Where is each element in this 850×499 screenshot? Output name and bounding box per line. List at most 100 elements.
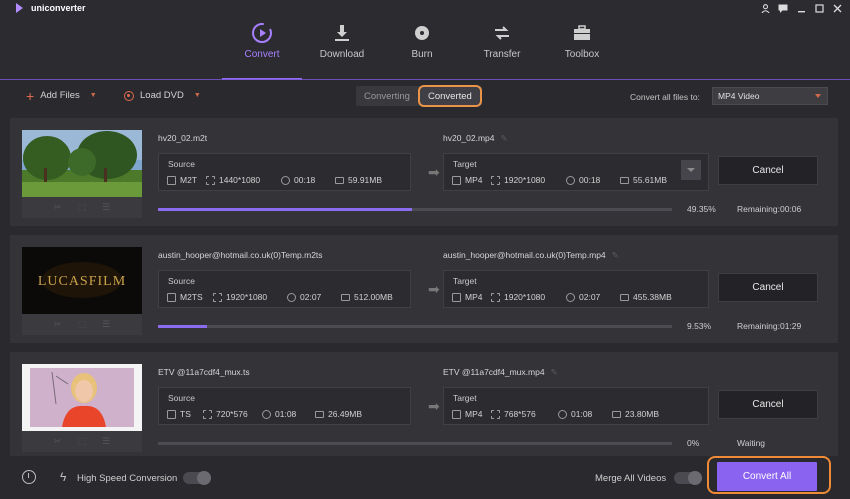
resolution-icon	[206, 175, 215, 185]
effects-icon[interactable]: ☰	[102, 319, 110, 330]
target-size: 23.80MB	[612, 409, 659, 419]
tab-toolbox[interactable]: Toolbox	[542, 18, 622, 80]
convert-all-to-label: Convert all files to:	[630, 92, 700, 102]
tab-convert[interactable]: Convert	[222, 18, 302, 80]
target-resolution-text: 768*576	[504, 409, 536, 419]
target-duration-text: 00:18	[579, 175, 601, 185]
add-files-dropdown-icon[interactable]: ▼	[90, 92, 97, 99]
plus-icon: +	[26, 87, 35, 104]
clock-icon	[287, 292, 296, 302]
trim-icon[interactable]: ✂	[54, 319, 62, 330]
target-format-text: MP4	[465, 175, 483, 185]
high-speed-toggle[interactable]	[183, 471, 211, 485]
app-title: uniconverter	[16, 3, 86, 13]
toolbox-icon	[573, 23, 591, 43]
video-thumbnail[interactable]	[22, 130, 142, 197]
video-thumbnail[interactable]: LUCASFILM	[22, 247, 142, 314]
target-label: Target	[453, 159, 477, 169]
cancel-button[interactable]: Cancel	[718, 273, 818, 302]
merge-all-toggle[interactable]	[674, 471, 702, 485]
clock-icon	[262, 409, 271, 419]
edit-icon[interactable]: ✎	[551, 367, 558, 378]
target-format: MP4	[452, 292, 491, 302]
resolution-icon	[491, 292, 500, 302]
arrow-right-icon: ➡	[428, 281, 440, 297]
source-resolution: 1440*1080	[206, 175, 281, 185]
folder-icon	[341, 293, 350, 301]
cancel-button[interactable]: Cancel	[718, 156, 818, 185]
source-label: Source	[168, 159, 195, 169]
add-files-button[interactable]: + Add Files ▼	[26, 87, 97, 104]
film-icon	[167, 409, 176, 419]
edit-icon[interactable]: ✎	[612, 250, 619, 261]
target-file-name-text: ETV @11a7cdf4_mux.mp4	[443, 367, 545, 377]
close-icon[interactable]	[832, 3, 842, 13]
progress-bar	[158, 208, 672, 211]
target-info-box: Target MP4 1920*1080 00:18 55.61MB	[443, 153, 709, 191]
tab-converted[interactable]: Converted	[417, 85, 482, 107]
effects-icon[interactable]: ☰	[102, 436, 110, 447]
tab-converting[interactable]: Converting	[356, 86, 418, 106]
chat-icon[interactable]	[778, 3, 788, 13]
edit-icon[interactable]: ✎	[501, 133, 508, 144]
clock-icon	[566, 292, 575, 302]
chevron-down-icon	[815, 94, 821, 98]
dvd-icon	[124, 90, 134, 101]
progress-status: Waiting	[737, 438, 766, 448]
cancel-button[interactable]: Cancel	[718, 390, 818, 419]
source-size-text: 59.91MB	[348, 175, 383, 185]
window-controls	[760, 3, 842, 13]
crop-icon[interactable]: ⬚	[77, 319, 86, 330]
output-format-select[interactable]: MP4 Video	[712, 87, 828, 105]
tab-transfer[interactable]: Transfer	[462, 18, 542, 80]
scrollbar[interactable]	[842, 112, 848, 456]
source-size: 59.91MB	[335, 175, 382, 185]
file-row: LUCASFILM ✂ ⬚ ☰ austin_hooper@hotmail.co…	[10, 235, 838, 343]
progress-bar	[158, 325, 672, 328]
target-resolution-text: 1920*1080	[504, 292, 546, 302]
maximize-icon[interactable]	[814, 3, 824, 13]
target-info-box: Target MP4 1920*1080 02:07 455.38MB	[443, 270, 709, 308]
folder-icon	[620, 293, 629, 301]
crop-icon[interactable]: ⬚	[77, 202, 86, 213]
load-dvd-label: Load DVD	[140, 90, 184, 101]
resolution-icon	[213, 292, 222, 302]
effects-icon[interactable]: ☰	[102, 202, 110, 213]
convert-all-button[interactable]: Convert All	[717, 462, 817, 491]
burn-icon	[413, 23, 431, 43]
source-info-box: Source M2T 1440*1080 00:18 59.91MB	[158, 153, 411, 191]
load-dvd-button[interactable]: Load DVD ▼	[124, 90, 201, 101]
target-size: 55.61MB	[620, 175, 667, 185]
target-file-name-text: hv20_02.mp4	[443, 133, 495, 143]
trim-icon[interactable]: ✂	[54, 436, 62, 447]
svg-text:LUCASFILM: LUCASFILM	[38, 274, 126, 289]
minimize-icon[interactable]	[796, 3, 806, 13]
tab-burn[interactable]: Burn	[382, 18, 462, 80]
target-label: Target	[453, 393, 477, 403]
source-format: M2T	[167, 175, 206, 185]
target-resolution: 1920*1080	[491, 292, 566, 302]
source-resolution-text: 1440*1080	[219, 175, 261, 185]
source-duration: 02:07	[287, 292, 341, 302]
target-settings-button[interactable]	[681, 160, 701, 180]
tab-download[interactable]: Download	[302, 18, 382, 80]
arrow-right-icon: ➡	[428, 398, 440, 414]
folder-icon	[315, 410, 324, 418]
alarm-clock-icon[interactable]	[22, 470, 36, 484]
tab-transfer-label: Transfer	[483, 49, 521, 60]
user-icon[interactable]	[760, 3, 770, 13]
source-duration-text: 02:07	[300, 292, 322, 302]
target-resolution: 768*576	[491, 409, 558, 419]
progress-status: Remaining:01:29	[737, 321, 802, 331]
load-dvd-dropdown-icon[interactable]: ▼	[194, 92, 201, 99]
target-duration: 02:07	[566, 292, 620, 302]
trim-icon[interactable]: ✂	[54, 202, 62, 213]
thumbnail-tools: ✂ ⬚ ☰	[22, 197, 142, 218]
film-icon	[452, 175, 461, 185]
tab-burn-label: Burn	[411, 49, 433, 60]
merge-all-videos-label: Merge All Videos	[595, 473, 667, 484]
source-label: Source	[168, 276, 195, 286]
source-info-box: Source M2TS 1920*1080 02:07 512.00MB	[158, 270, 411, 308]
crop-icon[interactable]: ⬚	[77, 436, 86, 447]
video-thumbnail[interactable]	[22, 364, 142, 431]
